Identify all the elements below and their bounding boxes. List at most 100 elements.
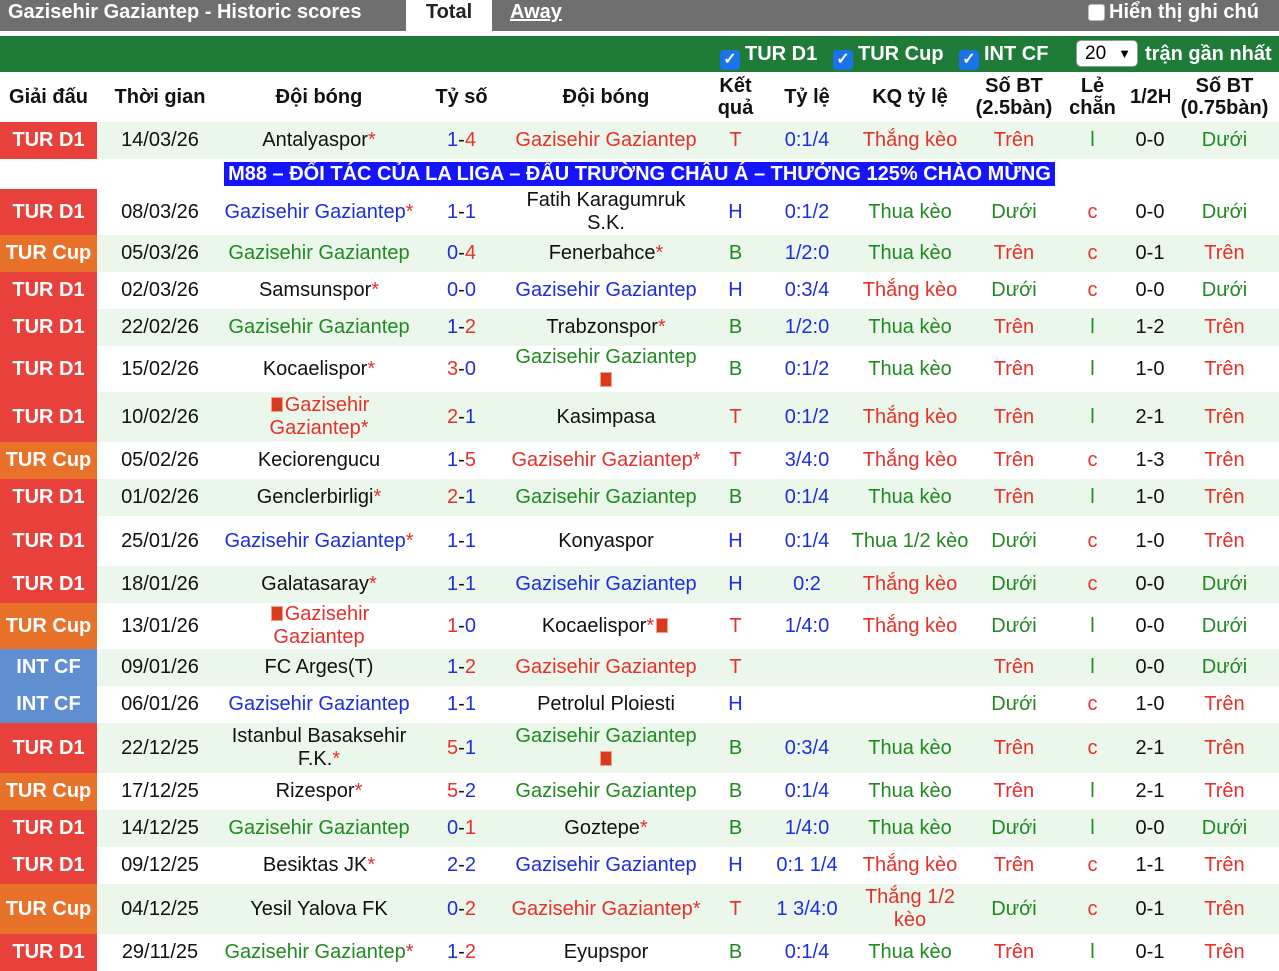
score[interactable]: 2-1	[415, 392, 508, 442]
home-team[interactable]: FC Arges(T)	[223, 649, 415, 686]
home-team[interactable]: Antalyaspor*	[223, 122, 415, 159]
away-team[interactable]: Fenerbahce*	[508, 235, 704, 272]
checkbox-icon[interactable]	[1088, 4, 1105, 21]
away-team[interactable]: Fatih Karagumruk S.K.	[508, 189, 704, 235]
score[interactable]: 1-2	[415, 649, 508, 686]
away-team[interactable]: Gazisehir Gaziantep*	[508, 884, 704, 934]
home-team[interactable]: Gazisehir Gaziantep*	[223, 392, 415, 442]
away-team[interactable]: Gazisehir Gaziantep	[508, 479, 704, 516]
score[interactable]: 1-5	[415, 442, 508, 479]
home-team[interactable]: Keciorengucu	[223, 442, 415, 479]
league-badge[interactable]: TUR D1	[0, 847, 97, 884]
home-team[interactable]: Gazisehir Gaziantep	[223, 603, 415, 649]
league-badge[interactable]: TUR Cup	[0, 603, 97, 649]
score[interactable]: 1-1	[415, 516, 508, 566]
score[interactable]: 0-4	[415, 235, 508, 272]
table-row[interactable]: TUR D1 08/03/26 Gazisehir Gaziantep* 1-1 Fat…	[0, 189, 1279, 235]
league-badge[interactable]: TUR D1	[0, 934, 97, 971]
home-team[interactable]: Gazisehir Gaziantep*	[223, 934, 415, 971]
table-row[interactable]: TUR D1 10/02/26 Gazisehir Gaziantep* 2-1 Kas…	[0, 392, 1279, 442]
home-team[interactable]: Besiktas JK*	[223, 847, 415, 884]
away-team[interactable]: Gazisehir Gaziantep	[508, 649, 704, 686]
table-row[interactable]: TUR D1 01/02/26 Genclerbirligi* 2-1 Gazisehi…	[0, 479, 1279, 516]
home-team[interactable]: Gazisehir Gaziantep	[223, 810, 415, 847]
home-team[interactable]: Gazisehir Gaziantep	[223, 686, 415, 723]
filter-tur-d1[interactable]: ✓ TUR D1	[720, 36, 817, 72]
table-row[interactable]: TUR D1 22/02/26 Gazisehir Gaziantep 1-2 Trab…	[0, 309, 1279, 346]
league-badge[interactable]: TUR Cup	[0, 442, 97, 479]
home-team[interactable]: Genclerbirligi*	[223, 479, 415, 516]
table-row[interactable]: TUR D1 22/12/25 Istanbul Basaksehir F.K.* 5…	[0, 723, 1279, 773]
table-row[interactable]: TUR D1 15/02/26 Kocaelispor* 3-0 Gazisehir G…	[0, 346, 1279, 392]
away-team[interactable]: Gazisehir Gaziantep	[508, 723, 704, 773]
score[interactable]: 1-1	[415, 189, 508, 235]
show-notes-toggle[interactable]: Hiển thị ghi chú	[1088, 0, 1259, 26]
away-team[interactable]: Gazisehir Gaziantep	[508, 272, 704, 309]
score[interactable]: 1-0	[415, 603, 508, 649]
home-team[interactable]: Galatasaray*	[223, 566, 415, 603]
score[interactable]: 1-2	[415, 934, 508, 971]
league-badge[interactable]: TUR D1	[0, 122, 97, 159]
table-row[interactable]: INT CF 09/01/26 FC Arges(T) 1-2 Gazisehir Ga…	[0, 649, 1279, 686]
table-row[interactable]: TUR Cup 05/02/26 Keciorengucu 1-5 Gazisehir …	[0, 442, 1279, 479]
checkmark-icon[interactable]: ✓	[720, 50, 740, 70]
score[interactable]: 1-1	[415, 566, 508, 603]
home-team[interactable]: Yesil Yalova FK	[223, 884, 415, 934]
match-count-select[interactable]: 20 ▼	[1076, 40, 1138, 67]
league-badge[interactable]: TUR D1	[0, 479, 97, 516]
score[interactable]: 1-1	[415, 686, 508, 723]
home-team[interactable]: Rizespor*	[223, 773, 415, 810]
league-badge[interactable]: TUR D1	[0, 566, 97, 603]
away-team[interactable]: Eyupspor	[508, 934, 704, 971]
filter-int-cf[interactable]: ✓ INT CF	[959, 36, 1048, 72]
score[interactable]: 0-2	[415, 884, 508, 934]
ad-banner[interactable]: M88 – ĐỐI TÁC CỦA LA LIGA – ĐẤU TRƯỜNG C…	[224, 162, 1055, 186]
ad-banner-cell[interactable]: M88 – ĐỐI TÁC CỦA LA LIGA – ĐẤU TRƯỜNG C…	[0, 159, 1279, 189]
home-team[interactable]: Kocaelispor*	[223, 346, 415, 392]
ad-banner-row[interactable]: M88 – ĐỐI TÁC CỦA LA LIGA – ĐẤU TRƯỜNG C…	[0, 159, 1279, 189]
filter-tur-cup[interactable]: ✓ TUR Cup	[833, 36, 944, 72]
home-team[interactable]: Gazisehir Gaziantep*	[223, 516, 415, 566]
league-badge[interactable]: INT CF	[0, 686, 97, 723]
table-row[interactable]: TUR Cup 04/12/25 Yesil Yalova FK 0-2 Gaziseh…	[0, 884, 1279, 934]
away-team[interactable]: Petrolul Ploiesti	[508, 686, 704, 723]
away-team[interactable]: Gazisehir Gaziantep*	[508, 442, 704, 479]
away-team[interactable]: Kasimpasa	[508, 392, 704, 442]
table-row[interactable]: TUR D1 18/01/26 Galatasaray* 1-1 Gazisehir G…	[0, 566, 1279, 603]
away-team[interactable]: Kocaelispor*	[508, 603, 704, 649]
table-row[interactable]: TUR D1 25/01/26 Gazisehir Gaziantep* 1-1 Kon…	[0, 516, 1279, 566]
league-badge[interactable]: TUR Cup	[0, 235, 97, 272]
away-team[interactable]: Gazisehir Gaziantep	[508, 566, 704, 603]
league-badge[interactable]: TUR D1	[0, 346, 97, 392]
score[interactable]: 5-1	[415, 723, 508, 773]
away-team[interactable]: Gazisehir Gaziantep	[508, 773, 704, 810]
table-row[interactable]: TUR Cup 05/03/26 Gazisehir Gaziantep 0-4 Fen…	[0, 235, 1279, 272]
score[interactable]: 0-0	[415, 272, 508, 309]
league-badge[interactable]: TUR D1	[0, 392, 97, 442]
table-row[interactable]: TUR D1 09/12/25 Besiktas JK* 2-2 Gazisehir G…	[0, 847, 1279, 884]
table-row[interactable]: TUR Cup 17/12/25 Rizespor* 5-2 Gazisehir Gaz…	[0, 773, 1279, 810]
table-row[interactable]: INT CF 06/01/26 Gazisehir Gaziantep 1-1 Petr…	[0, 686, 1279, 723]
score[interactable]: 5-2	[415, 773, 508, 810]
checkmark-icon[interactable]: ✓	[833, 50, 853, 70]
score[interactable]: 1-2	[415, 309, 508, 346]
home-team[interactable]: Gazisehir Gaziantep*	[223, 189, 415, 235]
table-row[interactable]: TUR D1 14/12/25 Gazisehir Gaziantep 0-1 Gozt…	[0, 810, 1279, 847]
home-team[interactable]: Gazisehir Gaziantep	[223, 235, 415, 272]
league-badge[interactable]: TUR Cup	[0, 773, 97, 810]
table-row[interactable]: TUR D1 29/11/25 Gazisehir Gaziantep* 1-2 Eyu…	[0, 934, 1279, 971]
league-badge[interactable]: TUR D1	[0, 189, 97, 235]
score[interactable]: 1-4	[415, 122, 508, 159]
table-row[interactable]: TUR Cup 13/01/26 Gazisehir Gaziantep 1-0 Koc…	[0, 603, 1279, 649]
home-team[interactable]: Istanbul Basaksehir F.K.*	[223, 723, 415, 773]
league-badge[interactable]: TUR D1	[0, 309, 97, 346]
table-row[interactable]: TUR D1 14/03/26 Antalyaspor* 1-4 Gazisehir G…	[0, 122, 1279, 159]
tab-away[interactable]: Away	[510, 0, 562, 26]
league-badge[interactable]: TUR D1	[0, 272, 97, 309]
score[interactable]: 2-1	[415, 479, 508, 516]
league-badge[interactable]: INT CF	[0, 649, 97, 686]
tab-total[interactable]: Total	[406, 0, 492, 31]
score[interactable]: 0-1	[415, 810, 508, 847]
league-badge[interactable]: TUR D1	[0, 810, 97, 847]
away-team[interactable]: Trabzonspor*	[508, 309, 704, 346]
